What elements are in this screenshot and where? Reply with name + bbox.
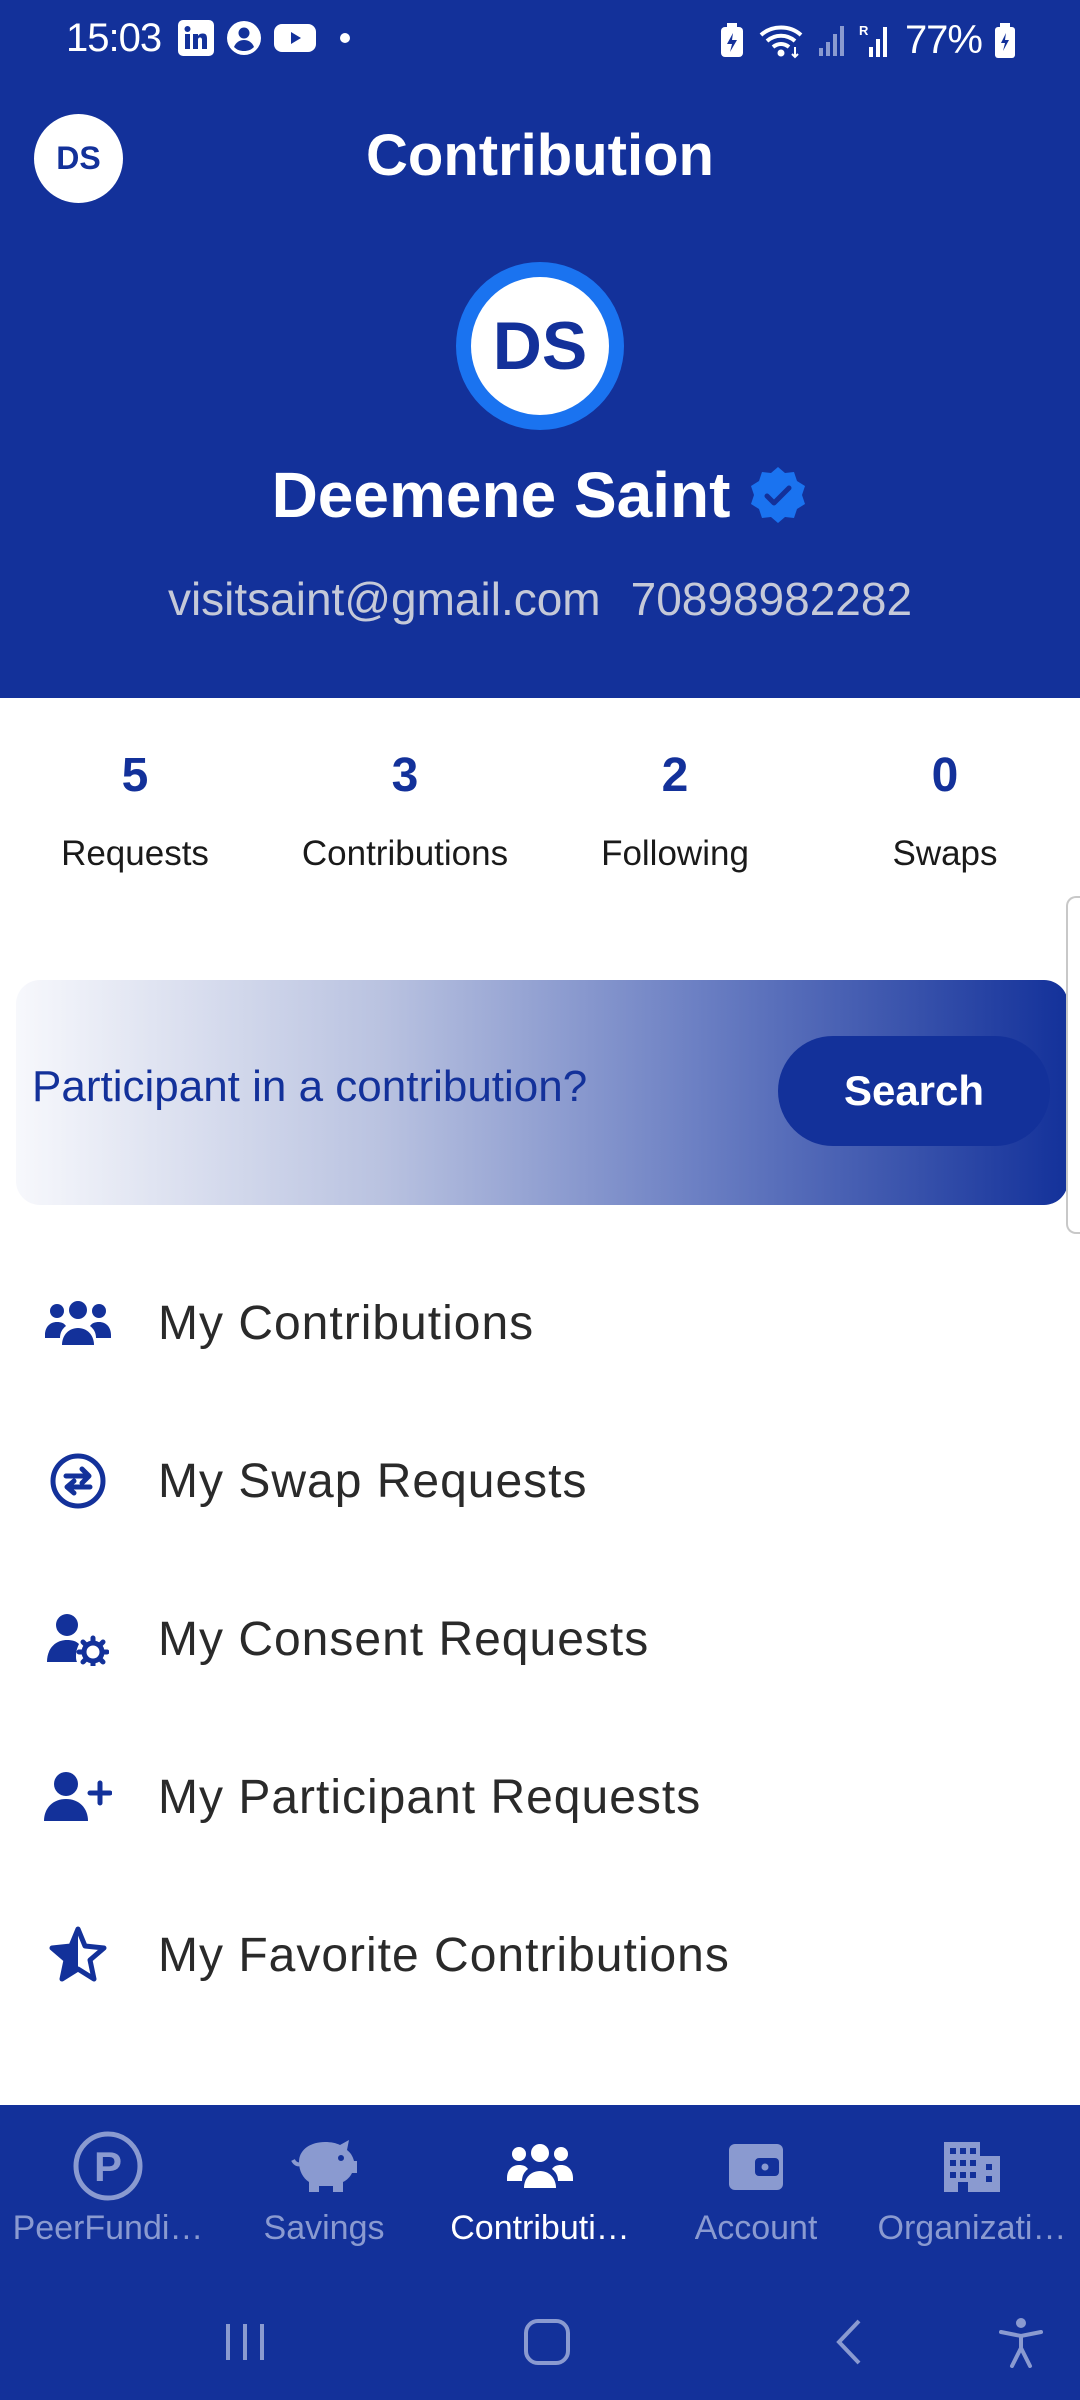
system-nav-bar: [0, 2285, 1080, 2400]
svg-text:R: R: [859, 23, 869, 38]
wallet-icon: [719, 2133, 793, 2199]
back-icon[interactable]: [814, 2307, 884, 2377]
stat-swaps[interactable]: 0 Swaps: [810, 748, 1080, 874]
battery-icon: [995, 22, 1015, 58]
nav-label: Contributi…: [450, 2209, 630, 2247]
profile-avatar[interactable]: DS: [456, 262, 624, 430]
nav-label: Organizati…: [877, 2209, 1067, 2247]
menu-item-label: My Participant Requests: [158, 1770, 702, 1824]
account-circle-icon: [227, 21, 261, 55]
nav-label: Savings: [263, 2209, 385, 2247]
peerfunding-icon: P: [71, 2131, 145, 2201]
roaming-signal-icon: R: [859, 23, 887, 57]
stat-label: Swaps: [892, 834, 998, 873]
building-icon: [935, 2133, 1009, 2199]
nav-label: Account: [694, 2209, 818, 2247]
menu-item-label: My Favorite Contributions: [158, 1928, 730, 1982]
menu-item-my-consent-requests[interactable]: My Consent Requests: [0, 1560, 1080, 1718]
nav-item-savings[interactable]: Savings: [216, 2105, 432, 2285]
svg-text:P: P: [94, 2143, 122, 2190]
nav-item-account[interactable]: Account: [648, 2105, 864, 2285]
bottom-nav: P PeerFundi… Savings Contributi… Account…: [0, 2105, 1080, 2285]
stats-row: 5 Requests 3 Contributions 2 Following 0…: [0, 748, 1080, 874]
status-left-icons: [178, 20, 350, 56]
menu-item-label: My Contributions: [158, 1296, 535, 1350]
home-icon[interactable]: [512, 2307, 582, 2377]
profile-phone: 70898982282: [630, 573, 913, 625]
menu-list: My Contributions My Swap Requests My Con…: [0, 1244, 1080, 2034]
page-title: Contribution: [366, 123, 714, 188]
battery-saver-icon: [720, 22, 743, 57]
menu-item-label: My Consent Requests: [158, 1612, 650, 1666]
search-banner: Participant in a contribution? Search: [16, 980, 1068, 1205]
linkedin-icon: [178, 20, 214, 56]
edge-panel-handle[interactable]: [1066, 896, 1080, 1234]
search-prompt: Participant in a contribution?: [32, 1062, 588, 1111]
youtube-icon: [274, 24, 316, 52]
swap-circle-icon: [44, 1447, 112, 1515]
menu-item-label: My Swap Requests: [158, 1454, 588, 1508]
search-button[interactable]: Search: [778, 1036, 1050, 1146]
signal-icon: [818, 25, 844, 56]
accessibility-icon[interactable]: [986, 2307, 1056, 2377]
battery-percent: 77%: [904, 18, 983, 62]
menu-item-my-swap-requests[interactable]: My Swap Requests: [0, 1402, 1080, 1560]
stat-value: 3: [391, 749, 419, 802]
notification-dot: [340, 33, 350, 43]
group-icon: [503, 2133, 577, 2199]
nav-item-organizations[interactable]: Organizati…: [864, 2105, 1080, 2285]
menu-item-my-favorite-contributions[interactable]: My Favorite Contributions: [0, 1876, 1080, 2034]
stat-label: Requests: [61, 834, 209, 873]
user-gear-icon: [44, 1605, 112, 1673]
menu-item-my-contributions[interactable]: My Contributions: [0, 1244, 1080, 1402]
menu-item-my-participant-requests[interactable]: My Participant Requests: [0, 1718, 1080, 1876]
stat-label: Contributions: [301, 834, 509, 873]
stat-contributions[interactable]: 3 Contributions: [270, 748, 540, 874]
status-bar: 15:03 R 77%: [0, 0, 1080, 80]
status-right-icons: R 77%: [719, 18, 1016, 63]
stat-label: Following: [601, 834, 749, 873]
group-icon: [44, 1289, 112, 1357]
stat-value: 0: [931, 749, 959, 802]
recent-apps-icon[interactable]: [210, 2307, 280, 2377]
profile-header: 15:03 R 77% DS Contribution DS Deemene S…: [0, 0, 1080, 698]
wifi-icon: [759, 25, 803, 58]
user-plus-icon: [44, 1763, 112, 1831]
stat-value: 2: [661, 749, 689, 802]
stat-value: 5: [121, 749, 149, 802]
stat-following[interactable]: 2 Following: [540, 748, 810, 874]
verified-badge-icon: [751, 467, 806, 523]
star-icon: [44, 1921, 112, 1989]
status-time: 15:03: [66, 16, 162, 60]
piggy-bank-icon: [287, 2133, 361, 2199]
profile-name: Deemene Saint: [271, 459, 731, 531]
nav-item-contributions[interactable]: Contributi…: [432, 2105, 648, 2285]
nav-label: PeerFundi…: [12, 2209, 204, 2247]
profile-email: visitsaint@gmail.com: [167, 573, 601, 625]
nav-item-peerfunding[interactable]: P PeerFundi…: [0, 2105, 216, 2285]
stat-requests[interactable]: 5 Requests: [0, 748, 270, 874]
profile-name-row: Deemene Saint: [0, 458, 1080, 532]
profile-contact: visitsaint@gmail.com 70898982282: [0, 572, 1080, 626]
